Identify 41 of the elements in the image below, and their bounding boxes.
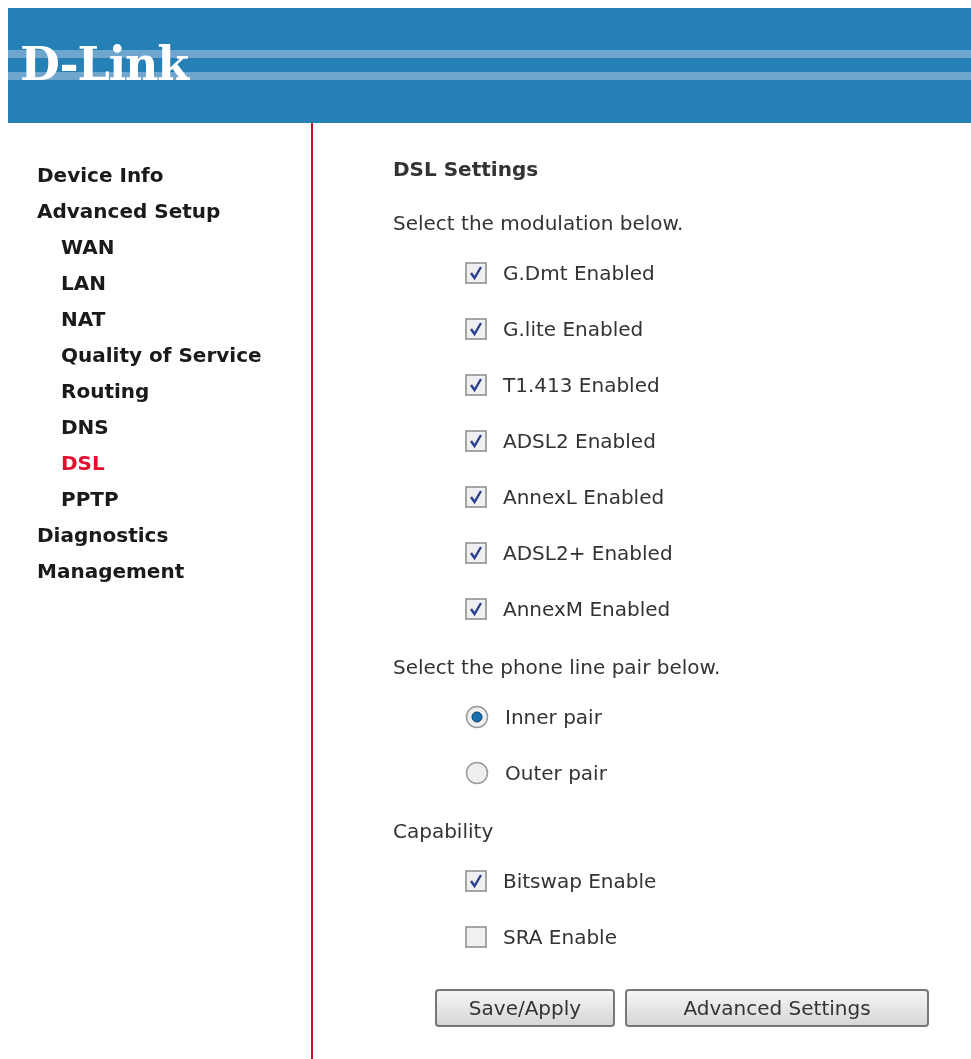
checkbox[interactable]	[465, 870, 487, 892]
nav-link[interactable]: LAN	[61, 265, 311, 301]
checkbox[interactable]	[465, 926, 487, 948]
section-label: Select the modulation below.	[393, 211, 685, 235]
nav-link[interactable]: Advanced Setup	[37, 193, 311, 229]
section-label: Select the phone line pair below.	[393, 655, 722, 679]
nav-link[interactable]: Quality of Service	[61, 337, 311, 373]
checkbox[interactable]	[465, 430, 487, 452]
action-button[interactable]: Save/Apply	[435, 989, 615, 1027]
section-label: Capability	[393, 819, 495, 843]
nav-link[interactable]: Management	[37, 553, 311, 589]
nav-link[interactable]: Diagnostics	[37, 517, 311, 553]
checkbox[interactable]	[465, 374, 487, 396]
option-label: Outer pair	[505, 760, 607, 787]
nav-link[interactable]: NAT	[61, 301, 311, 337]
nav-link[interactable]: DSL	[61, 445, 311, 481]
option-label: Inner pair	[505, 704, 602, 731]
option-label: G.Dmt Enabled	[503, 260, 655, 287]
checkbox[interactable]	[465, 486, 487, 508]
checkbox[interactable]	[465, 262, 487, 284]
option-label: SRA Enable	[503, 924, 617, 951]
option-label: ADSL2 Enabled	[503, 428, 656, 455]
option-label: G.lite Enabled	[503, 316, 644, 343]
option-label: Bitswap Enable	[503, 868, 657, 895]
option-label: ADSL2+ Enabled	[503, 540, 673, 567]
checkbox[interactable]	[465, 598, 487, 620]
nav-link[interactable]: WAN	[61, 229, 311, 265]
nav-link[interactable]: Device Info	[37, 157, 311, 193]
nav-link[interactable]: Routing	[61, 373, 311, 409]
nav-link[interactable]: PPTP	[61, 481, 311, 517]
nav-link[interactable]: DNS	[61, 409, 311, 445]
option-label: AnnexL Enabled	[503, 484, 665, 511]
logo: D-Link	[20, 40, 189, 87]
radio-button[interactable]	[465, 761, 489, 785]
option-label: AnnexM Enabled	[503, 596, 671, 623]
action-button[interactable]: Advanced Settings	[625, 989, 929, 1027]
page-title: DSL Settings	[393, 157, 540, 181]
checkbox[interactable]	[465, 318, 487, 340]
radio-button[interactable]	[465, 705, 489, 729]
option-label: T1.413 Enabled	[503, 372, 660, 399]
checkbox[interactable]	[465, 542, 487, 564]
